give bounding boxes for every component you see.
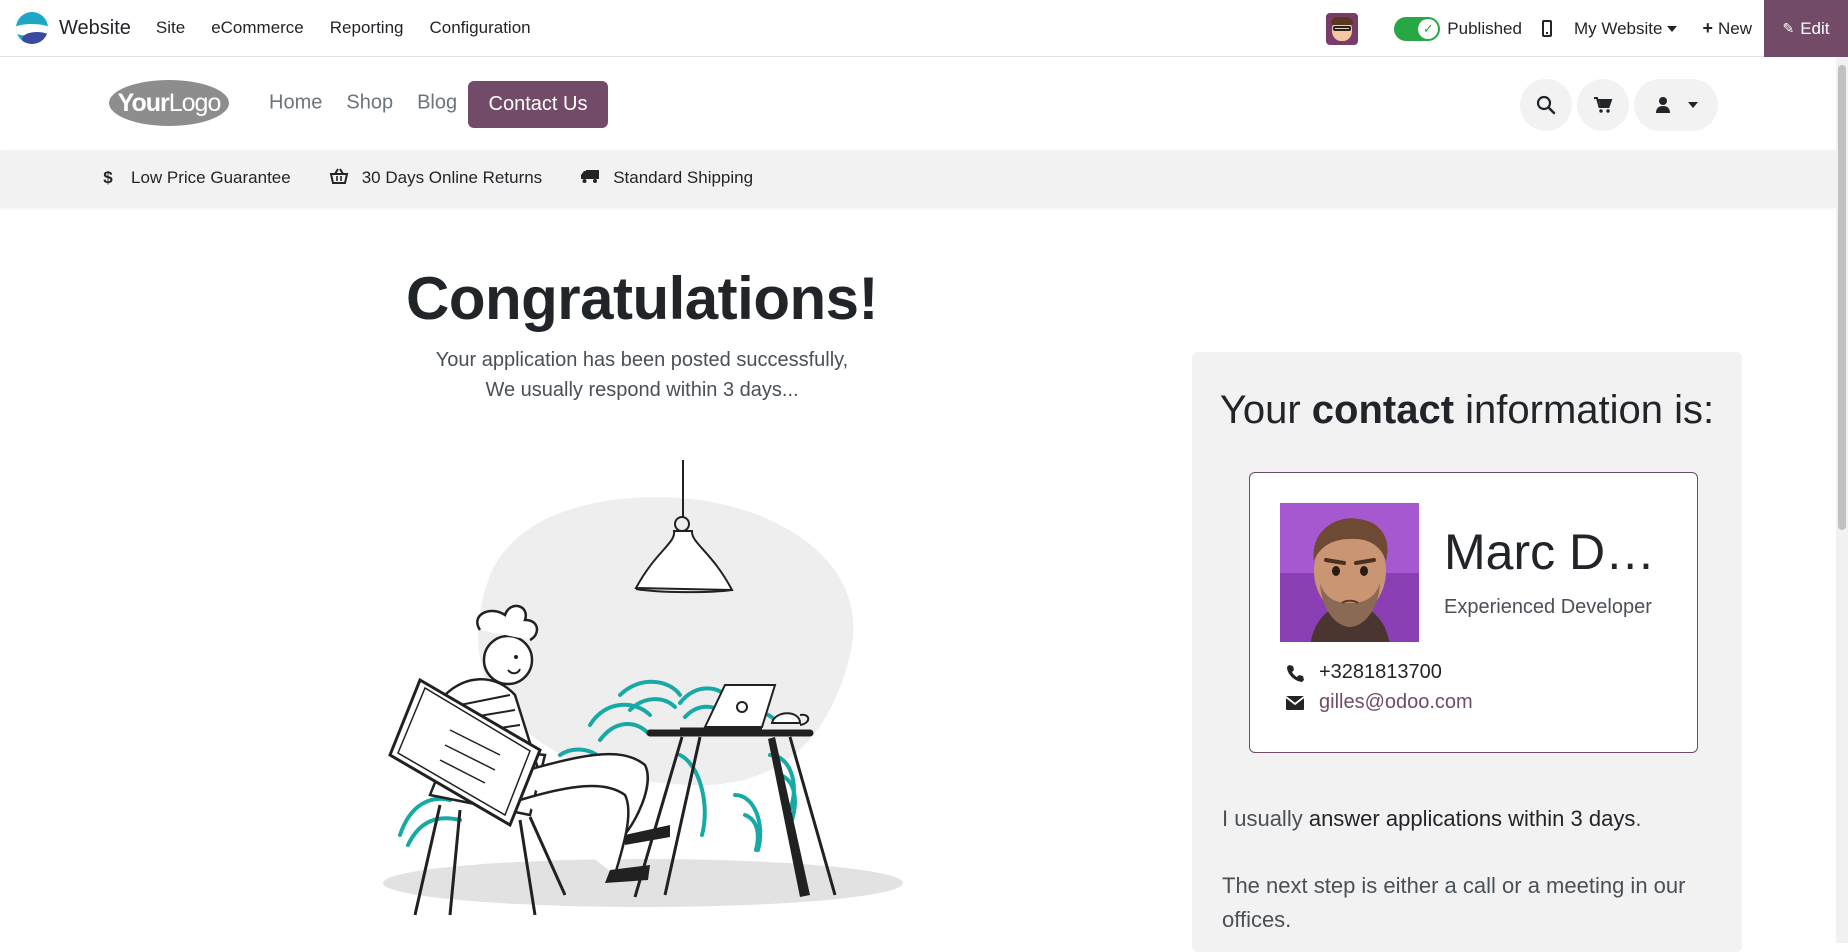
- relaxing-person-illustration: [383, 460, 903, 916]
- promo-returns: 30 Days Online Returns: [329, 167, 542, 190]
- promo-label: 30 Days Online Returns: [361, 168, 543, 187]
- menu-configuration[interactable]: Configuration: [417, 18, 544, 38]
- published-toggle[interactable]: ✓: [1394, 16, 1441, 41]
- new-button[interactable]: + New: [1702, 18, 1752, 39]
- search-icon: [1536, 95, 1556, 115]
- site-nav: Home Shop Blog: [269, 92, 481, 126]
- cart-button[interactable]: [1577, 79, 1629, 131]
- basket-icon: [329, 167, 349, 190]
- plus-icon: +: [1702, 18, 1713, 38]
- promo-shipping: Standard Shipping: [580, 168, 753, 189]
- recruiter-phone: +3281813700: [1319, 661, 1442, 683]
- menu-site[interactable]: Site: [143, 18, 198, 38]
- recruiter-job: Experienced Developer: [1444, 596, 1652, 618]
- edit-button-label: Edit: [1800, 18, 1830, 38]
- pencil-icon: ✎: [1782, 20, 1795, 36]
- avatar-hair: [1331, 16, 1354, 25]
- caret-down-icon: [1667, 25, 1678, 32]
- text1-post: .: [1635, 806, 1642, 831]
- new-button-label: New: [1717, 18, 1752, 38]
- edit-button[interactable]: ✎ Edit: [1764, 0, 1848, 57]
- cart-icon: [1594, 97, 1613, 113]
- app-name: Website: [59, 16, 131, 39]
- app-brand[interactable]: Website: [16, 12, 131, 44]
- contact-panel-title: Your contact information is:: [1192, 388, 1742, 433]
- published-label: Published: [1447, 18, 1522, 38]
- user-icon: [1655, 97, 1670, 113]
- scrollbar-thumb[interactable]: [1838, 65, 1846, 530]
- mobile-preview-icon[interactable]: [1541, 20, 1552, 37]
- contact-us-button[interactable]: Contact Us: [468, 81, 608, 128]
- site-header: Your Logo Home Shop Blog Contact Us: [0, 57, 1836, 150]
- next-step-text: The next step is either a call or a meet…: [1222, 873, 1686, 932]
- site-logo[interactable]: Your Logo: [109, 80, 229, 126]
- success-message-line2: We usually respond within 3 days...: [485, 379, 799, 401]
- title-bold: contact: [1311, 388, 1455, 432]
- page-scrollbar[interactable]: [1836, 57, 1848, 943]
- nav-blog[interactable]: Blog: [417, 92, 457, 115]
- title-post: information is:: [1454, 388, 1715, 432]
- promo-label: Standard Shipping: [613, 168, 754, 187]
- odoo-top-bar: Website Site eCommerce Reporting Configu…: [0, 0, 1848, 57]
- recruiter-avatar: [1280, 503, 1419, 642]
- nav-shop[interactable]: Shop: [346, 92, 393, 115]
- caret-down-icon: [1687, 102, 1698, 108]
- promo-bar: $ Low Price Guarantee 30 Days Online Ret…: [0, 150, 1836, 206]
- nav-home[interactable]: Home: [269, 92, 322, 115]
- user-menu-button[interactable]: [1634, 79, 1718, 131]
- page-title: Congratulations!: [406, 265, 878, 332]
- email-line: gilles@odoo.com: [1284, 691, 1473, 714]
- contact-panel: Your contact information is: Marc Demo E…: [1192, 352, 1742, 952]
- logo-text-light: Logo: [168, 88, 222, 117]
- search-button[interactable]: [1520, 79, 1572, 131]
- text1-bold: answer applications within 3 days: [1308, 806, 1636, 831]
- user-avatar[interactable]: [1326, 12, 1359, 45]
- promo-label: Low Price Guarantee: [131, 168, 291, 187]
- top-bar-right: ✓ Published My Website + New ✎ Edit: [1326, 0, 1848, 57]
- avatar-glasses: [1333, 25, 1352, 31]
- recruiter-name: Marc Demo: [1444, 524, 1674, 580]
- phone-line: +3281813700: [1284, 661, 1442, 684]
- menu-ecommerce[interactable]: eCommerce: [198, 18, 317, 38]
- response-time-text: I usually answer applications within 3 d…: [1222, 802, 1722, 836]
- title-pre: Your: [1219, 388, 1312, 432]
- website-app-icon: [16, 12, 48, 44]
- recruiter-portrait: [1280, 503, 1419, 642]
- recruiter-card: Marc Demo Experienced Developer +3281813…: [1249, 472, 1698, 753]
- truck-icon: [580, 168, 600, 189]
- logo-text-bold: Your: [117, 88, 170, 117]
- promo-low-price: $ Low Price Guarantee: [98, 168, 291, 188]
- recruiter-email-link[interactable]: gilles@odoo.com: [1319, 691, 1473, 714]
- success-message-line1: Your application has been posted success…: [435, 349, 849, 371]
- top-menu: Site eCommerce Reporting Configuration: [143, 18, 544, 38]
- text1-pre: I usually: [1222, 806, 1309, 831]
- phone-icon: [1284, 664, 1306, 682]
- check-icon: ✓: [1418, 18, 1439, 39]
- envelope-icon: [1284, 695, 1306, 711]
- website-switcher-label: My Website: [1573, 18, 1663, 38]
- website-switcher[interactable]: My Website: [1574, 19, 1678, 39]
- menu-reporting[interactable]: Reporting: [317, 18, 417, 38]
- dollar-icon: $: [103, 168, 113, 187]
